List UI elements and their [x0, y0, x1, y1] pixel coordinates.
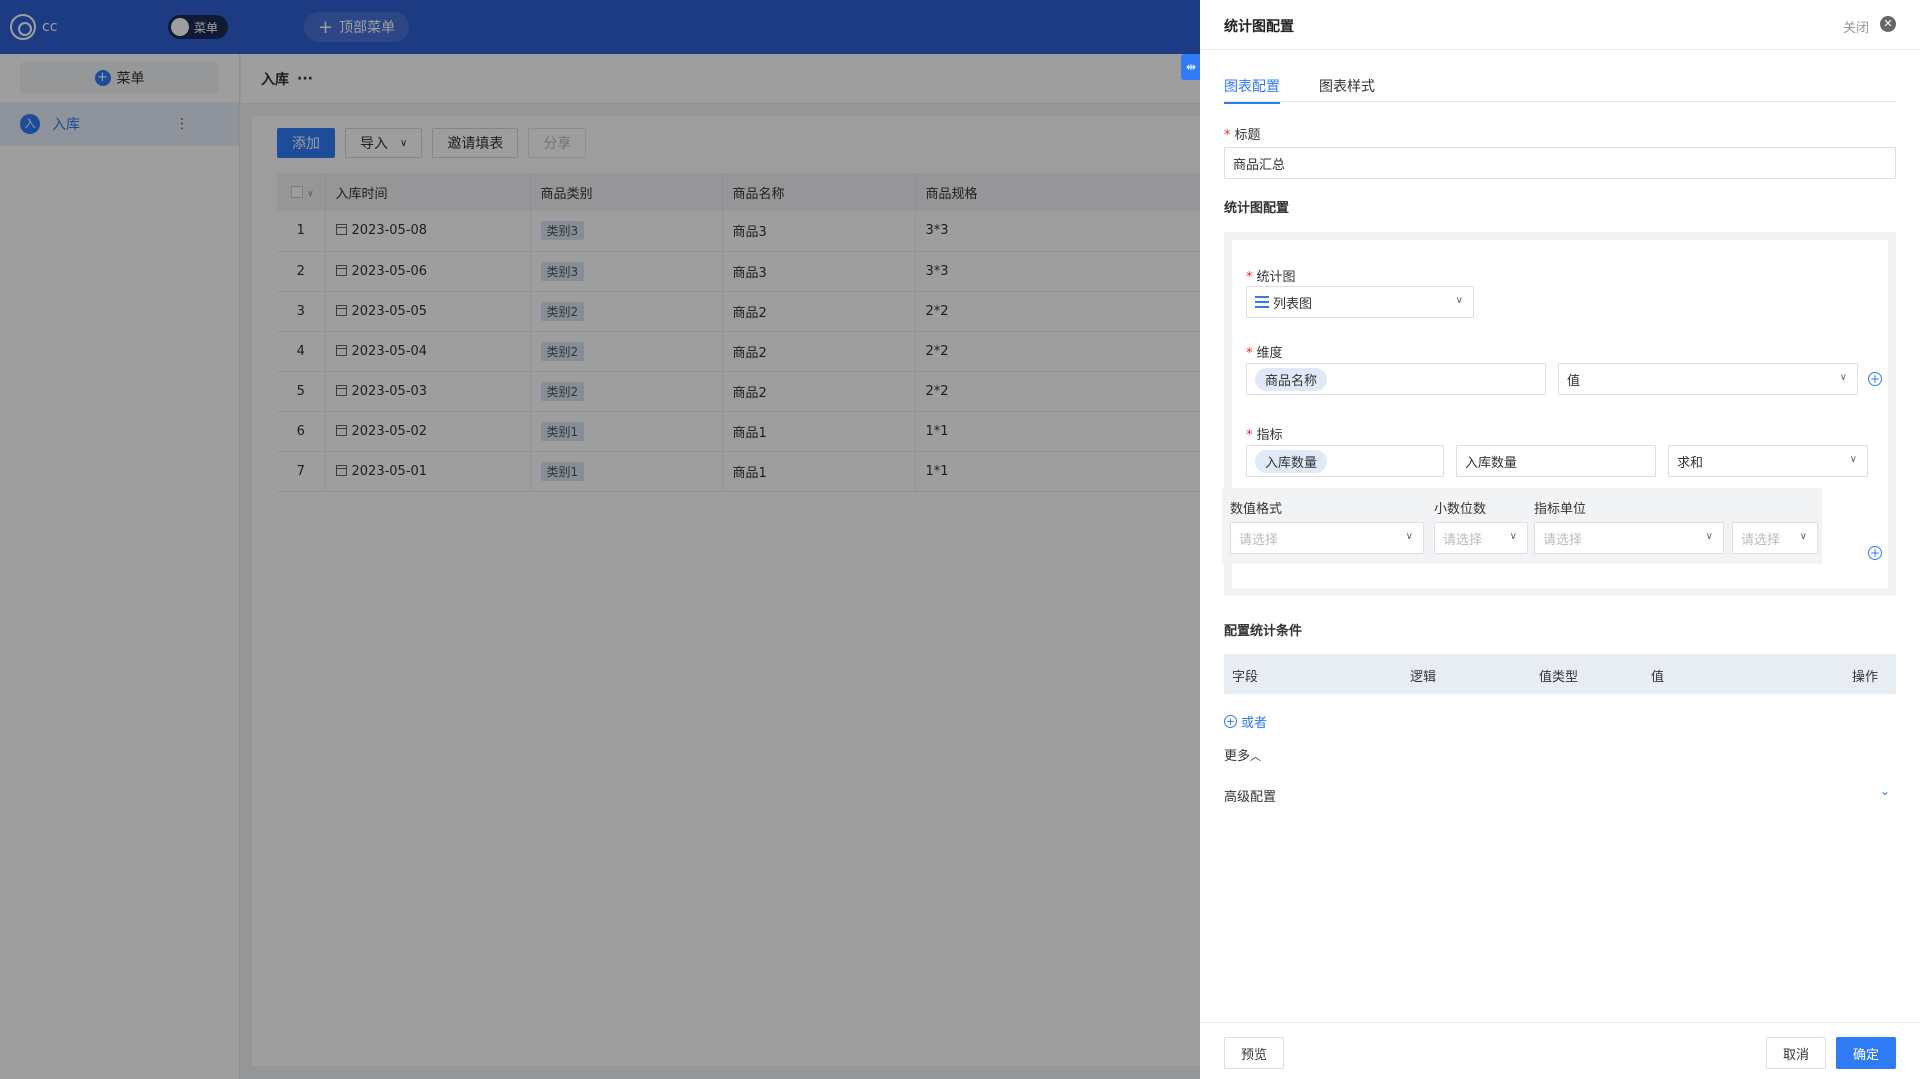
- add-dimension-icon[interactable]: +: [1868, 372, 1882, 386]
- metric-format-box: 数值格式 小数位数 指标单位 请选择 ∨ 请选择 ∨ 请选择 ∨ 请选择 ∨: [1222, 488, 1822, 564]
- dimension-label: * 维度: [1246, 342, 1283, 361]
- metric-aggregation-value: 求和: [1677, 455, 1704, 471]
- chevron-down-icon: ∨: [1509, 531, 1517, 542]
- number-format-label: 数值格式: [1230, 502, 1283, 517]
- unit-placeholder: 请选择: [1543, 532, 1583, 548]
- chart-type-select[interactable]: 列表图 ∨: [1246, 286, 1474, 318]
- decimals-select[interactable]: 请选择 ∨: [1434, 522, 1528, 554]
- unit-label: 指标单位: [1534, 502, 1587, 517]
- tab-chart-config[interactable]: 图表配置: [1224, 76, 1280, 104]
- required-mark: *: [1246, 346, 1253, 361]
- metric-field-pill[interactable]: 入库数量: [1255, 449, 1328, 473]
- close-icon[interactable]: ✕: [1880, 16, 1896, 32]
- number-format-placeholder: 请选择: [1239, 532, 1279, 548]
- close-link[interactable]: 关闭: [1843, 17, 1869, 36]
- stats-config-section: 统计图配置: [1224, 201, 1290, 216]
- required-mark: *: [1246, 428, 1253, 443]
- drawer-footer: 预览 取消 确定: [1200, 1022, 1920, 1079]
- dimension-label-text: 维度: [1256, 346, 1283, 361]
- dimension-value-select[interactable]: 值 ∨: [1558, 363, 1858, 395]
- cond-col-logic: 逻辑: [1410, 670, 1437, 685]
- metric-field-input[interactable]: 入库数量: [1246, 445, 1444, 477]
- conditions-section: 配置统计条件: [1224, 624, 1303, 639]
- chart-type-label-text: 统计图: [1256, 270, 1296, 285]
- double-chevron-down-icon[interactable]: ⌄: [1880, 784, 1890, 798]
- add-metric-icon[interactable]: +: [1868, 546, 1882, 560]
- unit-position-select[interactable]: 请选择 ∨: [1732, 522, 1818, 554]
- confirm-button[interactable]: 确定: [1836, 1037, 1897, 1069]
- title-label-text: 标题: [1234, 128, 1261, 143]
- required-mark: *: [1224, 128, 1231, 143]
- title-input[interactable]: 商品汇总: [1224, 147, 1896, 179]
- more-toggle[interactable]: 更多︿: [1224, 745, 1261, 764]
- dimension-field-pill[interactable]: 商品名称: [1255, 367, 1328, 391]
- chevron-down-icon: ∨: [1455, 295, 1463, 306]
- chevron-down-icon: ∨: [1799, 531, 1807, 542]
- conditions-table-header: 字段 逻辑 值类型 值 操作: [1224, 654, 1896, 694]
- required-mark: *: [1246, 270, 1253, 285]
- more-label: 更多: [1224, 749, 1251, 764]
- chevron-down-icon: ∨: [1849, 454, 1857, 465]
- plus-circle-icon: +: [1224, 715, 1237, 728]
- metric-alias-input[interactable]: 入库数量: [1456, 445, 1656, 477]
- list-chart-icon: [1255, 296, 1269, 308]
- decimals-placeholder: 请选择: [1443, 532, 1483, 548]
- dimension-field-input[interactable]: 商品名称: [1246, 363, 1546, 395]
- metric-aggregation-select[interactable]: 求和 ∨: [1668, 445, 1868, 477]
- chevron-down-icon: ∨: [1705, 531, 1713, 542]
- drawer-title: 统计图配置: [1224, 19, 1294, 35]
- chevron-down-icon: ∨: [1405, 531, 1413, 542]
- resize-handle-icon[interactable]: ⇹: [1181, 54, 1201, 80]
- metric-label-text: 指标: [1256, 428, 1283, 443]
- unit-select[interactable]: 请选择 ∨: [1534, 522, 1724, 554]
- chart-type-value: 列表图: [1273, 296, 1313, 312]
- preview-button[interactable]: 预览: [1224, 1037, 1285, 1069]
- number-format-select[interactable]: 请选择 ∨: [1230, 522, 1424, 554]
- chart-type-label: * 统计图: [1246, 266, 1296, 285]
- drawer-header: 统计图配置 关闭 ✕: [1200, 0, 1920, 50]
- add-or-condition-link[interactable]: + 或者: [1224, 712, 1267, 731]
- cancel-button[interactable]: 取消: [1766, 1037, 1827, 1069]
- metric-label: * 指标: [1246, 424, 1283, 443]
- or-label: 或者: [1241, 716, 1268, 731]
- chart-config-drawer: 统计图配置 关闭 ✕ 图表配置 图表样式 * 标题 商品汇总 统计图配置 * 统计图…: [1200, 0, 1920, 1079]
- chevron-up-icon: ︿: [1250, 750, 1262, 763]
- tab-chart-style[interactable]: 图表样式: [1319, 76, 1375, 102]
- unit-position-placeholder: 请选择: [1741, 532, 1781, 548]
- cond-col-value: 值: [1651, 670, 1665, 685]
- title-label: * 标题: [1224, 124, 1261, 143]
- cond-col-field: 字段: [1232, 670, 1259, 685]
- cond-col-action: 操作: [1852, 670, 1879, 685]
- dimension-value-text: 值: [1567, 373, 1581, 389]
- cond-col-value-type: 值类型: [1539, 670, 1579, 685]
- chevron-down-icon: ∨: [1839, 372, 1847, 383]
- advanced-config-label[interactable]: 高级配置: [1224, 786, 1276, 805]
- tab-bar: 图表配置 图表样式: [1224, 74, 1896, 104]
- decimals-label: 小数位数: [1434, 502, 1487, 517]
